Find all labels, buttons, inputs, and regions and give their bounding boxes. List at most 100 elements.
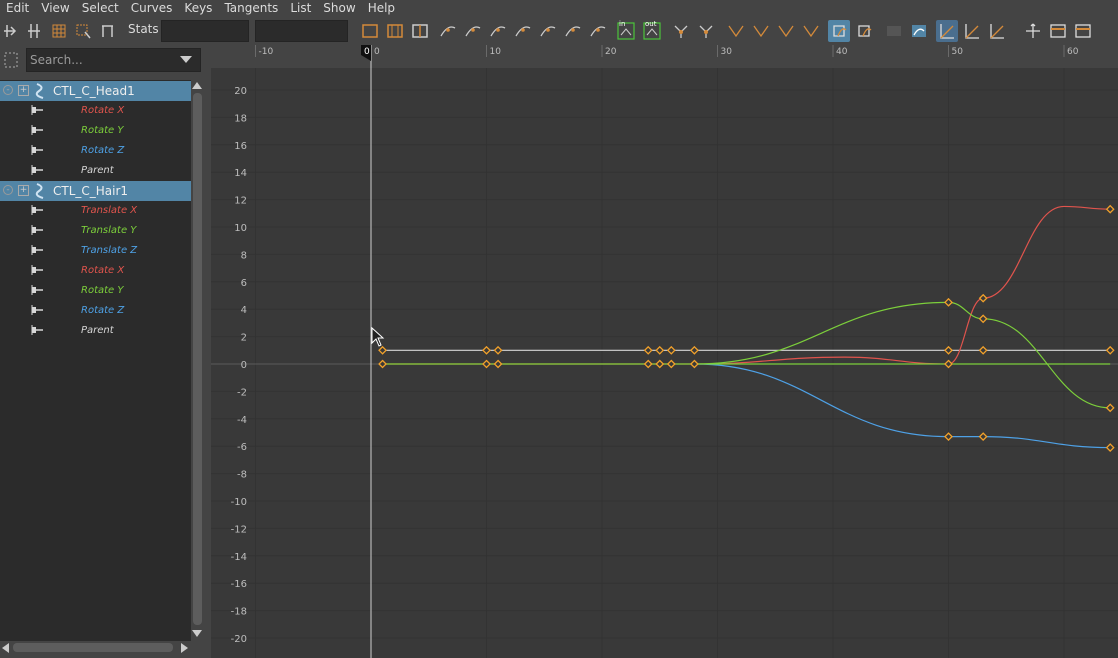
outliner-attribute-row[interactable]: Translate Z (0, 241, 191, 261)
keyframe-point (689, 359, 699, 369)
outliner-attribute-row[interactable]: Rotate X (0, 261, 191, 281)
dope-sheet-icon-glyph (1026, 23, 1040, 38)
search-options-arrow-icon[interactable] (180, 56, 192, 63)
time-editor-icon[interactable] (1047, 20, 1069, 42)
menu-help[interactable]: Help (362, 0, 401, 17)
menu-list[interactable]: List (284, 0, 317, 17)
flat-tangent-icon-glyph (540, 26, 556, 37)
auto-tangent-icon[interactable] (437, 20, 459, 42)
menu-show[interactable]: Show (317, 0, 361, 17)
scroll-up-arrow-icon[interactable] (192, 82, 202, 89)
keyframe-point (655, 345, 665, 355)
flat-tangent-icon[interactable] (537, 20, 559, 42)
scroll-left-arrow-icon[interactable] (2, 643, 9, 653)
x-tick-label: 50 (952, 47, 964, 57)
center-current-icon-glyph (412, 24, 428, 38)
keyframe-point (944, 432, 953, 442)
plateau-tangent-icon[interactable] (587, 20, 609, 42)
insert-keys-icon[interactable] (24, 20, 46, 42)
outliner-attribute-row[interactable]: Translate X (0, 201, 191, 221)
time-snap-icon[interactable] (828, 20, 850, 42)
move-keys-icon-glyph (4, 25, 17, 37)
y-tick-label: 2 (241, 333, 247, 344)
mouse-cursor-icon (371, 327, 385, 347)
keyframe-point (482, 359, 491, 369)
node-label: CTL_C_Head1 (53, 84, 135, 98)
stats-field-time[interactable] (161, 20, 249, 42)
search-field[interactable] (26, 48, 201, 72)
keyframe-point (482, 345, 491, 355)
outliner-attribute-row[interactable]: Parent (0, 321, 191, 341)
outliner-attribute-row[interactable]: Rotate Y (0, 121, 191, 141)
outliner-attribute-row[interactable]: Rotate Z (0, 301, 191, 321)
stats-field-value[interactable] (255, 20, 348, 42)
outliner-horizontal-scrollbar[interactable] (0, 641, 191, 654)
curve-graph-canvas[interactable]: -10 0 10 20 30 40 50 60020181614121086420-2-4-6… (211, 45, 1118, 658)
keyframe-point (378, 345, 387, 355)
region-select-icon[interactable] (73, 20, 95, 42)
scroll-right-arrow-icon[interactable] (181, 643, 188, 653)
curve-graph[interactable]: -10 0 10 20 30 40 50 60 0 20 18 16 14 12 10 8 6 4 2 0 -2 -4 -6… (211, 45, 1118, 658)
frame-all-icon[interactable] (359, 20, 381, 42)
auto-tangent-icon-glyph (440, 26, 456, 37)
x-tick-label: 40 (836, 47, 848, 57)
trax-editor-icon[interactable] (1072, 20, 1094, 42)
outliner-attribute-row[interactable]: Rotate X (0, 101, 191, 121)
weighted-tangents-icon[interactable] (775, 20, 797, 42)
outliner-vertical-scrollbar[interactable] (191, 80, 204, 650)
attribute-plug-icon (31, 325, 43, 335)
spline-tangent-icon-glyph (465, 26, 481, 37)
collapse-icon[interactable]: - (3, 185, 13, 195)
scroll-thumb-horizontal[interactable] (13, 643, 173, 652)
lock-tangent-weight-icon[interactable] (750, 20, 772, 42)
outliner-attribute-row[interactable]: Rotate Z (0, 141, 191, 161)
menu-curves[interactable]: Curves (125, 0, 179, 17)
attribute-plug-icon (31, 125, 43, 135)
menu-tangents[interactable]: Tangents (218, 0, 284, 17)
outliner-attribute-row[interactable]: Translate Y (0, 221, 191, 241)
y-tick-label: 10 (234, 223, 247, 234)
filter-icon[interactable] (2, 50, 20, 70)
menu-select[interactable]: Select (76, 0, 125, 17)
outliner-attribute-row[interactable]: Parent (0, 161, 191, 181)
scroll-down-arrow-icon[interactable] (192, 630, 202, 637)
menu-view[interactable]: View (35, 0, 75, 17)
stacked-view-icon-glyph (940, 24, 954, 39)
keyframe-point (944, 345, 953, 355)
clamped-tangent-icon[interactable] (487, 20, 509, 42)
step-tangent-icon[interactable] (562, 20, 584, 42)
keyframe-point (1105, 204, 1115, 214)
stats-label: Stats (128, 22, 159, 36)
stacked-view-icon[interactable] (936, 20, 958, 42)
lattice-deform-icon[interactable] (49, 20, 71, 42)
dope-sheet-icon[interactable] (1022, 20, 1044, 42)
absolute-view-icon[interactable] (961, 20, 983, 42)
outliner-attribute-row[interactable]: Rotate Y (0, 281, 191, 301)
spline-tangent-icon[interactable] (462, 20, 484, 42)
free-tangent-weight-icon[interactable] (725, 20, 747, 42)
collapse-icon[interactable]: - (3, 85, 13, 95)
menu-keys[interactable]: Keys (178, 0, 218, 17)
expand-plus-icon[interactable]: + (18, 85, 29, 96)
value-snap-icon[interactable] (853, 20, 875, 42)
expand-plus-icon[interactable]: + (18, 185, 29, 196)
linear-tangent-icon[interactable] (512, 20, 534, 42)
keyframe-point (643, 359, 653, 369)
attribute-label: Parent (81, 165, 114, 176)
attribute-label: Translate Z (81, 245, 138, 256)
outliner-node-row[interactable]: - + CTL_C_Head1 (0, 81, 191, 101)
frame-playback-icon[interactable] (384, 20, 406, 42)
unify-tangents-icon[interactable] (695, 20, 717, 42)
outliner-node-row[interactable]: - + CTL_C_Hair1 (0, 181, 191, 201)
auto-load-icon[interactable] (800, 20, 822, 42)
buffer-curves-icon[interactable] (883, 20, 905, 42)
center-current-icon[interactable] (409, 20, 431, 42)
search-input[interactable] (27, 49, 177, 71)
pre-infinity-icon[interactable] (986, 20, 1008, 42)
menu-edit[interactable]: Edit (0, 0, 35, 17)
move-keys-icon[interactable] (0, 20, 22, 42)
normalize-icon[interactable] (908, 20, 930, 42)
scroll-thumb[interactable] (193, 93, 202, 625)
retime-icon[interactable] (97, 20, 119, 42)
break-tangents-icon[interactable] (670, 20, 692, 42)
